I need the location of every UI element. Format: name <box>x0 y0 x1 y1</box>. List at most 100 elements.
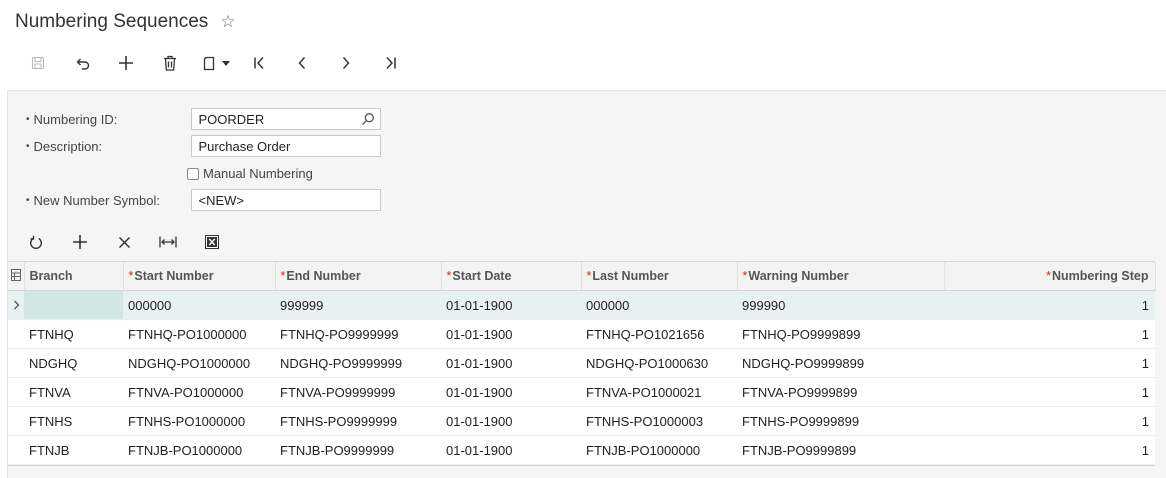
chevron-down-icon <box>222 60 230 66</box>
column-header-warning-number[interactable]: *Warning Number <box>737 262 945 291</box>
branch-cell[interactable]: FTNHS <box>24 406 123 436</box>
row-selector[interactable] <box>8 319 24 349</box>
start-date-cell[interactable]: 01-01-1900 <box>441 319 581 349</box>
required-marker: • <box>26 194 30 206</box>
save-button[interactable] <box>16 50 60 76</box>
star-outline-icon[interactable]: ☆ <box>220 12 235 32</box>
start-number-cell[interactable]: NDGHQ-PO1000000 <box>123 348 275 378</box>
table-row[interactable]: NDGHQ NDGHQ-PO1000000 NDGHQ-PO9999999 01… <box>8 348 1155 378</box>
add-row-button[interactable] <box>58 230 102 254</box>
next-record-icon <box>342 56 350 70</box>
branch-cell[interactable] <box>24 290 123 320</box>
end-number-cell[interactable]: FTNVA-PO9999999 <box>275 377 441 407</box>
table-header-row: Branch *Start Number *End Number *Start … <box>8 262 1156 291</box>
table-row[interactable]: 000000 999999 01-01-1900 000000 999990 1 <box>8 290 1155 320</box>
warning-number-cell[interactable]: NDGHQ-PO9999899 <box>737 348 944 378</box>
page-title: Numbering Sequences <box>15 11 209 32</box>
last-number-cell[interactable]: FTNHS-PO1000003 <box>581 406 737 436</box>
table-row[interactable]: FTNJB FTNJB-PO1000000 FTNJB-PO9999999 01… <box>8 435 1155 465</box>
numbering-step-cell[interactable]: 1 <box>944 290 1155 320</box>
fit-columns-button[interactable] <box>146 230 190 254</box>
start-number-cell[interactable]: FTNHS-PO1000000 <box>123 406 275 436</box>
delete-row-button[interactable] <box>102 230 146 254</box>
delete-button[interactable] <box>148 50 192 76</box>
branch-cell[interactable]: FTNJB <box>24 435 123 465</box>
warning-number-cell[interactable]: FTNVA-PO9999899 <box>737 377 944 407</box>
start-number-cell[interactable]: FTNJB-PO1000000 <box>123 435 275 465</box>
last-number-cell[interactable]: NDGHQ-PO1000630 <box>581 348 737 378</box>
start-number-cell[interactable]: FTNHQ-PO1000000 <box>123 319 275 349</box>
row-selector[interactable] <box>8 290 24 320</box>
row-selector[interactable] <box>8 435 24 465</box>
start-number-cell[interactable]: FTNVA-PO1000000 <box>123 377 275 407</box>
previous-record-button[interactable] <box>280 50 324 76</box>
add-button[interactable] <box>104 50 148 76</box>
end-number-cell[interactable]: FTNJB-PO9999999 <box>275 435 441 465</box>
last-number-cell[interactable]: 000000 <box>581 290 737 320</box>
row-selector[interactable] <box>8 348 24 378</box>
branch-cell[interactable]: FTNHQ <box>24 319 123 349</box>
refresh-icon <box>30 235 42 249</box>
warning-number-cell[interactable]: FTNHQ-PO9999899 <box>737 319 944 349</box>
undo-icon <box>76 58 90 70</box>
new-number-symbol-row: • New Number Symbol: <NEW> <box>26 189 381 211</box>
row-selector[interactable] <box>8 406 24 436</box>
required-marker: • <box>26 140 30 152</box>
numbering-step-cell[interactable]: 1 <box>944 348 1155 378</box>
last-record-button[interactable] <box>368 50 412 76</box>
last-number-cell[interactable]: FTNJB-PO1000000 <box>581 435 737 465</box>
end-number-cell[interactable]: FTNHQ-PO9999999 <box>275 319 441 349</box>
export-excel-button[interactable] <box>190 230 234 254</box>
row-selector-header[interactable] <box>8 262 25 291</box>
branch-cell[interactable]: FTNVA <box>24 377 123 407</box>
start-date-cell[interactable]: 01-01-1900 <box>441 348 581 378</box>
save-icon <box>31 56 45 70</box>
form-panel: • Numbering ID: POORDER • Description: P… <box>7 90 1166 478</box>
main-toolbar <box>16 50 412 76</box>
end-number-cell[interactable]: NDGHQ-PO9999999 <box>275 348 441 378</box>
column-header-branch[interactable]: Branch <box>24 262 124 291</box>
start-number-cell[interactable]: 000000 <box>123 290 275 320</box>
previous-record-icon <box>298 56 306 70</box>
description-field[interactable]: Purchase Order <box>190 135 381 157</box>
first-record-button[interactable] <box>240 50 280 76</box>
delete-icon <box>164 55 176 71</box>
next-record-button[interactable] <box>324 50 368 76</box>
warning-number-cell[interactable]: 999990 <box>737 290 944 320</box>
numbering-step-cell[interactable]: 1 <box>944 435 1155 465</box>
column-header-end-number[interactable]: *End Number <box>275 262 442 291</box>
column-header-start-number[interactable]: *Start Number <box>123 262 276 291</box>
end-number-cell[interactable]: FTNHS-PO9999999 <box>275 406 441 436</box>
column-config-icon <box>10 268 21 281</box>
column-header-last-number[interactable]: *Last Number <box>581 262 738 291</box>
column-header-start-date[interactable]: *Start Date <box>441 262 582 291</box>
start-date-cell[interactable]: 01-01-1900 <box>441 377 581 407</box>
numbering-step-cell[interactable]: 1 <box>944 406 1155 436</box>
table-row[interactable]: FTNHS FTNHS-PO1000000 FTNHS-PO9999999 01… <box>8 406 1155 436</box>
numbering-grid: Branch *Start Number *End Number *Start … <box>8 261 1156 466</box>
warning-number-cell[interactable]: FTNHS-PO9999899 <box>737 406 944 436</box>
numbering-step-cell[interactable]: 1 <box>944 377 1155 407</box>
copy-paste-button[interactable] <box>192 50 240 76</box>
manual-numbering-checkbox[interactable] <box>187 167 199 180</box>
column-header-numbering-step[interactable]: *Numbering Step <box>944 262 1156 291</box>
table-row[interactable]: FTNHQ FTNHQ-PO1000000 FTNHQ-PO9999999 01… <box>8 319 1155 349</box>
start-date-cell[interactable]: 01-01-1900 <box>441 290 581 320</box>
numbering-id-row: • Numbering ID: POORDER <box>26 108 381 130</box>
end-number-cell[interactable]: 999999 <box>275 290 441 320</box>
start-date-cell[interactable]: 01-01-1900 <box>441 435 581 465</box>
last-number-cell[interactable]: FTNVA-PO1000021 <box>581 377 737 407</box>
description-row: • Description: Purchase Order <box>26 135 381 157</box>
last-number-cell[interactable]: FTNHQ-PO1021656 <box>581 319 737 349</box>
start-date-cell[interactable]: 01-01-1900 <box>441 406 581 436</box>
table-row[interactable]: FTNVA FTNVA-PO1000000 FTNVA-PO9999999 01… <box>8 377 1155 407</box>
numbering-id-field[interactable]: POORDER <box>190 108 381 130</box>
warning-number-cell[interactable]: FTNJB-PO9999899 <box>737 435 944 465</box>
undo-button[interactable] <box>60 50 104 76</box>
numbering-step-cell[interactable]: 1 <box>944 319 1155 349</box>
new-number-symbol-field[interactable]: <NEW> <box>190 189 381 211</box>
numbering-table: Branch *Start Number *End Number *Start … <box>8 262 1156 465</box>
branch-cell[interactable]: NDGHQ <box>24 348 123 378</box>
refresh-button[interactable] <box>14 230 58 254</box>
row-selector[interactable] <box>8 377 24 407</box>
